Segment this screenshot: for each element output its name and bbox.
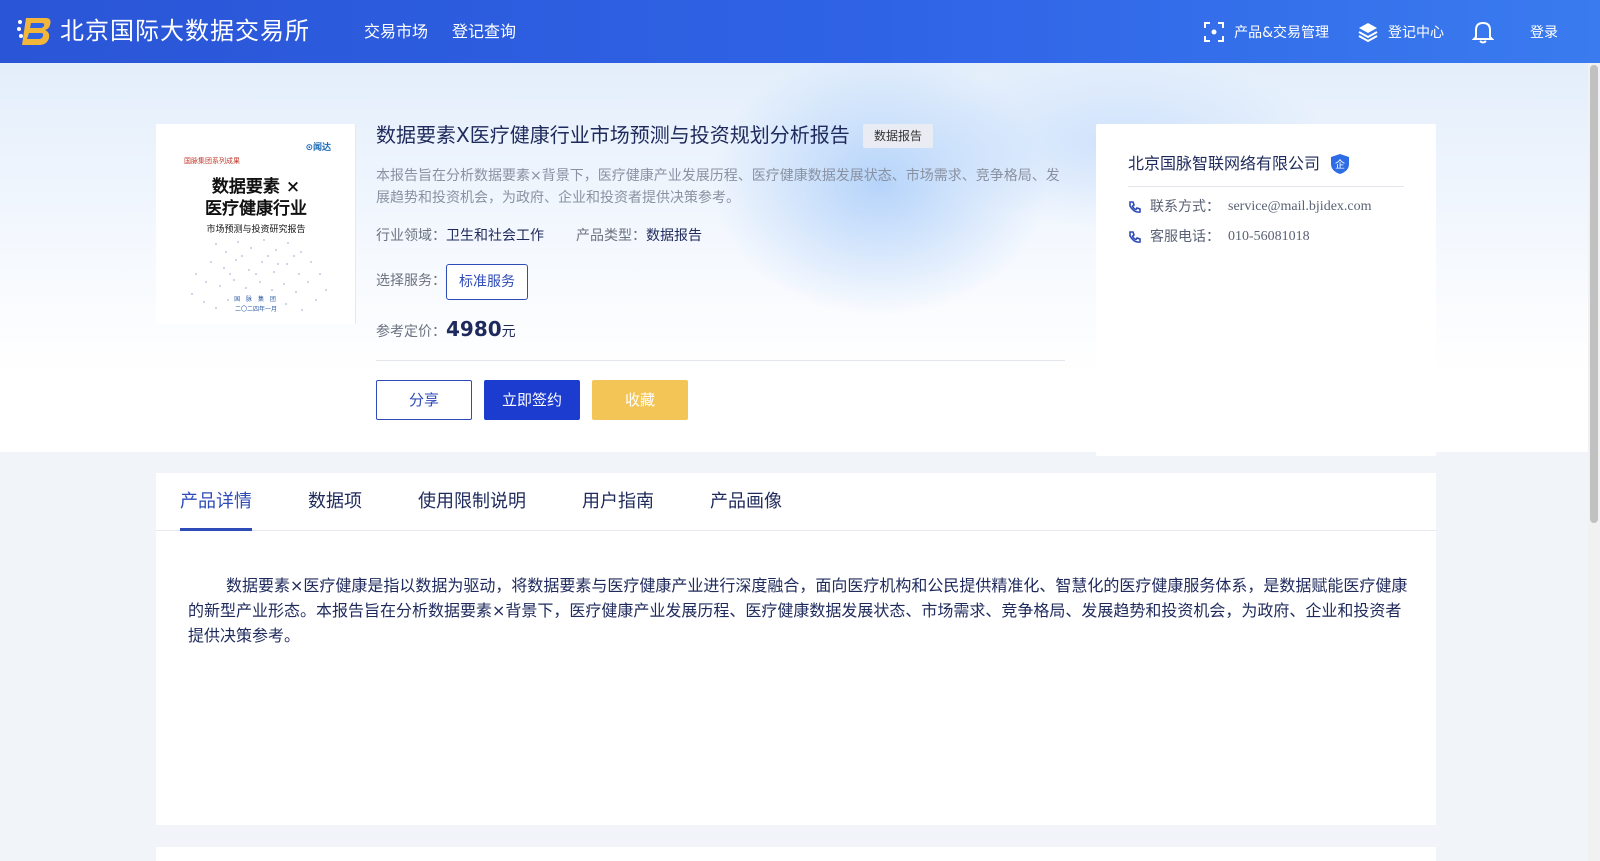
registration-center-label: 登记中心	[1388, 24, 1444, 41]
bjidex-logo-icon[interactable]	[16, 14, 52, 48]
phone-icon	[1129, 231, 1141, 243]
product-detail-text: 数据要素×医疗健康是指以数据为驱动，将数据要素与医疗健康产业进行深度融合，面向医…	[188, 576, 1408, 645]
provider-divider	[1128, 186, 1404, 187]
type-value: 数据报告	[646, 228, 702, 244]
contact-row: 联系方式： service@mail.bjidex.com	[1128, 197, 1372, 217]
summary-divider	[376, 360, 1065, 361]
sign-now-button[interactable]: 立即签约	[484, 380, 580, 420]
product-trade-mgmt-link[interactable]: 产品&交易管理	[1203, 21, 1329, 43]
price-value: 4980	[446, 317, 502, 341]
product-meta: 行业领域：卫生和社会工作 产品类型：数据报告	[376, 226, 702, 246]
cover-footer-org: 国 脉 集 团	[234, 296, 278, 303]
type-label: 产品类型：	[576, 228, 646, 244]
registration-center-link[interactable]: 登记中心	[1357, 21, 1444, 43]
product-cover-image: ⊙闻达 国脉集团系列成果 数据要素 × 医疗健康行业 市场预测与投资研究报告 国…	[156, 124, 356, 324]
industry-label: 行业领域：	[376, 228, 446, 244]
reference-price: 参考定价：4980元	[376, 316, 516, 345]
enterprise-badge-text: 企	[1335, 158, 1345, 171]
tab-product-details[interactable]: 产品详情	[180, 489, 252, 515]
favorite-button[interactable]: 收藏	[592, 380, 688, 420]
scan-frame-icon	[1204, 21, 1225, 42]
page-scrollbar[interactable]	[1588, 63, 1600, 861]
service-label: 选择服务：	[376, 273, 446, 289]
share-button[interactable]: 分享	[376, 380, 472, 420]
product-title: 数据要素X医疗健康行业市场预测与投资规划分析报告	[376, 123, 850, 147]
phone-icon	[1129, 201, 1141, 213]
layers-icon	[1358, 22, 1378, 42]
standard-service-option[interactable]: 标准服务	[446, 264, 528, 300]
cover-footer-date: 二〇二四年一月	[234, 306, 277, 313]
contact-email[interactable]: service@mail.bjidex.com	[1228, 197, 1372, 217]
tab-data-items[interactable]: 数据项	[308, 489, 362, 515]
provider-name[interactable]: 北京国脉智联网络有限公司	[1128, 152, 1320, 176]
scrollbar-thumb[interactable]	[1590, 65, 1598, 523]
contact-label: 联系方式：	[1150, 199, 1220, 215]
nav-registration-query[interactable]: 登记查询	[452, 20, 516, 44]
login-link[interactable]: 登录	[1530, 22, 1558, 42]
tab-user-guide[interactable]: 用户指南	[582, 489, 654, 515]
detail-tabs: 产品详情 数据项 使用限制说明 用户指南 产品画像	[156, 473, 1436, 531]
phone-number: 010-56081018	[1228, 229, 1310, 244]
next-section-panel	[156, 847, 1436, 861]
phone-label: 客服电话：	[1150, 229, 1220, 245]
enterprise-verified-shield-icon: 企	[1331, 154, 1350, 174]
header-right: 产品&交易管理 登记中心 登录	[1203, 0, 1600, 63]
product-trade-mgmt-label: 产品&交易管理	[1234, 24, 1329, 41]
industry-value: 卫生和社会工作	[446, 228, 544, 244]
tab-product-portrait[interactable]: 产品画像	[710, 489, 782, 515]
tab-usage-restrictions[interactable]: 使用限制说明	[418, 489, 526, 515]
active-tab-indicator	[180, 528, 252, 531]
provider-name-row: 北京国脉智联网络有限公司 企	[1128, 152, 1350, 176]
brand-title[interactable]: 北京国际大数据交易所	[60, 14, 310, 48]
top-header: 北京国际大数据交易所 交易市场 登记查询 产品&交易管理 登记中心 登录	[0, 0, 1600, 63]
product-tag-badge: 数据报告	[863, 124, 934, 148]
price-label: 参考定价：	[376, 324, 446, 340]
product-description: 本报告旨在分析数据要素×背景下，医疗健康产业发展历程、医疗健康数据发展状态、市场…	[376, 168, 1060, 206]
main-nav: 交易市场 登记查询	[364, 20, 516, 44]
product-detail-panel: 产品详情 数据项 使用限制说明 用户指南 产品画像 数据要素×医疗健康是指以数据…	[156, 473, 1436, 825]
bell-icon[interactable]	[1472, 20, 1494, 44]
provider-card: 北京国脉智联网络有限公司 企 联系方式： service@mail.bjidex…	[1096, 124, 1436, 456]
price-unit: 元	[501, 324, 516, 340]
phone-row: 客服电话： 010-56081018	[1128, 227, 1310, 247]
nav-trading-market[interactable]: 交易市场	[364, 20, 428, 44]
